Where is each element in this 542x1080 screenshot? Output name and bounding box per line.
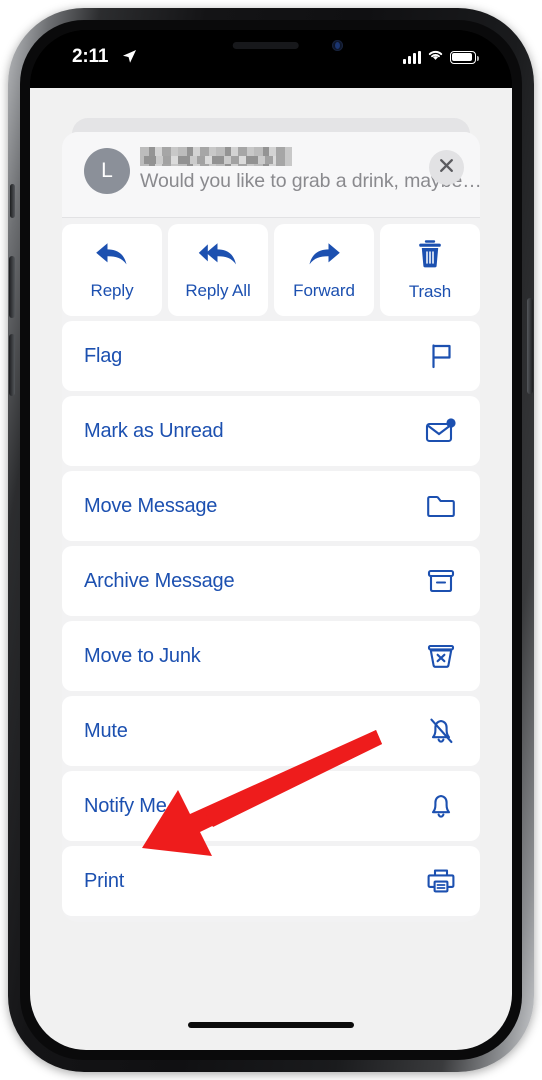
cellular-signal-icon bbox=[403, 50, 421, 64]
device-notch bbox=[173, 30, 369, 60]
menu-item-mark-as-unread[interactable]: Mark as Unread bbox=[62, 396, 480, 466]
reply-button[interactable]: Reply bbox=[62, 224, 162, 316]
menu-item-flag[interactable]: Flag bbox=[62, 321, 480, 391]
menu-item-label: Notify Me bbox=[84, 794, 167, 817]
quick-actions-row: Reply Reply All Forward Trash bbox=[62, 218, 480, 316]
reply-all-arrow-icon bbox=[198, 240, 238, 273]
phone-screen: 2:11 L Would you like to grab a drink, m… bbox=[30, 30, 512, 1050]
trash-button-label: Trash bbox=[408, 281, 452, 301]
printer-icon bbox=[424, 864, 458, 898]
menu-item-label: Flag bbox=[84, 344, 123, 367]
reply-arrow-icon bbox=[94, 240, 130, 273]
menu-item-mute[interactable]: Mute bbox=[62, 696, 480, 766]
reply-all-button-label: Reply All bbox=[185, 280, 251, 300]
menu-item-label: Move to Junk bbox=[84, 644, 201, 667]
status-bar-time: 2:11 bbox=[72, 46, 109, 67]
power-button[interactable] bbox=[527, 298, 533, 394]
menu-item-label: Archive Message bbox=[84, 569, 235, 592]
bell-slash-icon bbox=[424, 714, 458, 748]
trash-icon bbox=[416, 239, 444, 274]
forward-arrow-icon bbox=[306, 240, 342, 273]
volume-down-button[interactable] bbox=[9, 334, 15, 396]
battery-icon bbox=[450, 50, 479, 64]
trash-button[interactable]: Trash bbox=[380, 224, 480, 316]
wifi-icon bbox=[427, 48, 444, 66]
reply-all-button[interactable]: Reply All bbox=[168, 224, 268, 316]
menu-item-move-message[interactable]: Move Message bbox=[62, 471, 480, 541]
menu-item-label: Mute bbox=[84, 719, 128, 742]
sender-name-redacted bbox=[140, 147, 292, 166]
menu-item-label: Mark as Unread bbox=[84, 419, 224, 442]
flag-icon bbox=[424, 339, 458, 373]
forward-button[interactable]: Forward bbox=[274, 224, 374, 316]
menu-item-archive-message[interactable]: Archive Message bbox=[62, 546, 480, 616]
phone-device-frame: 2:11 L Would you like to grab a drink, m… bbox=[8, 8, 534, 1072]
bell-icon bbox=[424, 789, 458, 823]
envelope-badge-icon bbox=[424, 414, 458, 448]
message-header: L Would you like to grab a drink, maybe… bbox=[62, 132, 480, 218]
volume-up-button[interactable] bbox=[9, 256, 15, 318]
reply-button-label: Reply bbox=[90, 280, 134, 300]
close-icon bbox=[438, 157, 455, 179]
earpiece-speaker-icon bbox=[232, 42, 299, 49]
message-action-sheet: L Would you like to grab a drink, maybe… bbox=[62, 132, 480, 922]
mute-switch-button[interactable] bbox=[10, 184, 15, 218]
archive-box-icon bbox=[424, 564, 458, 598]
menu-item-label: Move Message bbox=[84, 494, 218, 517]
folder-icon bbox=[424, 489, 458, 523]
front-camera-icon bbox=[332, 40, 343, 51]
menu-item-label: Print bbox=[84, 869, 125, 892]
forward-button-label: Forward bbox=[293, 280, 355, 300]
avatar-initial: L bbox=[101, 159, 113, 182]
junk-bin-icon bbox=[424, 639, 458, 673]
menu-item-notify-me[interactable]: Notify Me bbox=[62, 771, 480, 841]
menu-item-print[interactable]: Print bbox=[62, 846, 480, 916]
close-button[interactable] bbox=[429, 150, 464, 185]
message-preview-text: Would you like to grab a drink, maybe… bbox=[140, 170, 480, 192]
status-bar-indicators bbox=[403, 48, 479, 66]
home-indicator bbox=[188, 1022, 354, 1028]
avatar: L bbox=[84, 148, 130, 194]
location-arrow-icon bbox=[122, 49, 137, 69]
menu-item-move-to-junk[interactable]: Move to Junk bbox=[62, 621, 480, 691]
